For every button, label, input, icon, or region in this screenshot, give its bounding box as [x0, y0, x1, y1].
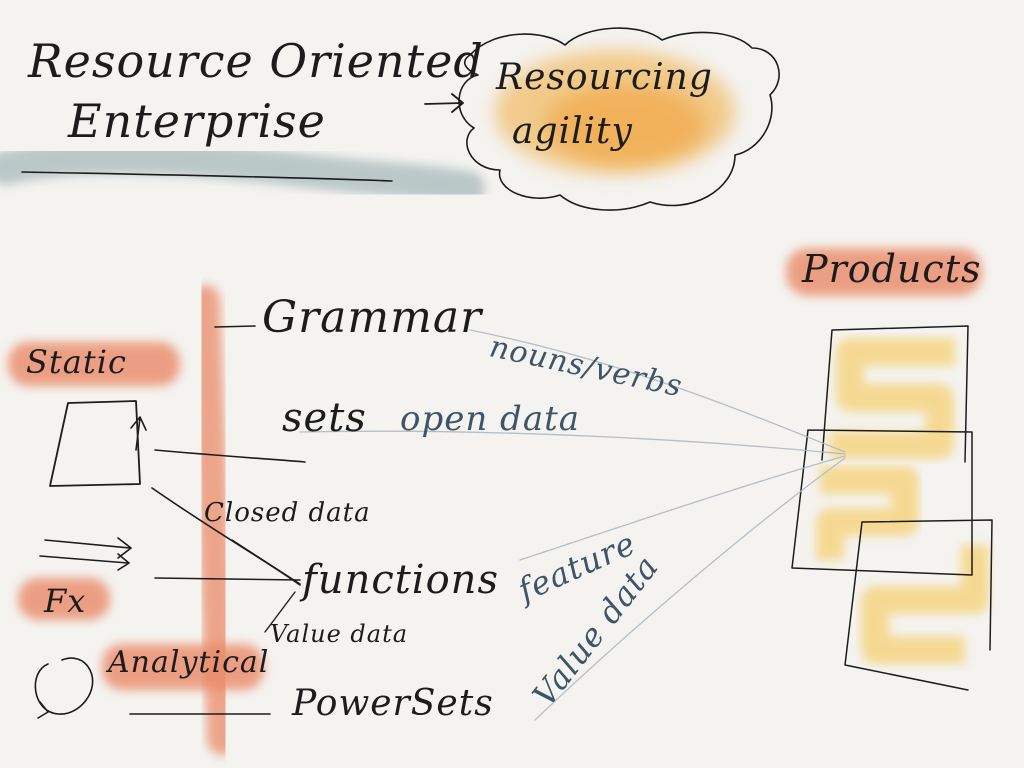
- cycle-icon: [34, 657, 94, 719]
- sets-label: sets: [282, 395, 367, 441]
- value-data-small-label: Value data: [270, 620, 409, 648]
- grammar-tick: [214, 325, 256, 328]
- fx-double-arrow: [39, 537, 132, 571]
- static-label: Static: [26, 343, 127, 381]
- products-stack-bottom: [844, 519, 993, 691]
- goal-line1: Resourcing: [496, 57, 713, 98]
- title-line1: Resource Oriented: [28, 34, 484, 88]
- grammar-label: Grammar: [262, 292, 483, 343]
- title-line2: Enterprise: [68, 94, 326, 148]
- sets-line: [154, 449, 306, 463]
- products-stack-top: [821, 325, 969, 463]
- open-data-label: open data: [400, 399, 581, 439]
- fan-line-value: [534, 457, 846, 721]
- fan-line-feature: [519, 455, 846, 561]
- functions-line-closed: [231, 539, 301, 585]
- arrow-to-goal: [424, 93, 464, 113]
- powersets-label: PowerSets: [292, 683, 494, 724]
- analytical-label: Analytical: [108, 645, 270, 680]
- sketch-canvas: Resource Oriented Enterprise Resourcing …: [0, 0, 1024, 768]
- closed-data-label: Closed data: [204, 498, 371, 528]
- fx-label: Fx: [44, 582, 87, 620]
- title-underline: [21, 171, 393, 182]
- goal-line2: agility: [512, 111, 633, 152]
- functions-line-mid: [154, 577, 301, 581]
- products-label: Products: [802, 247, 982, 291]
- static-square: [49, 400, 141, 487]
- functions-label: functions: [302, 557, 499, 603]
